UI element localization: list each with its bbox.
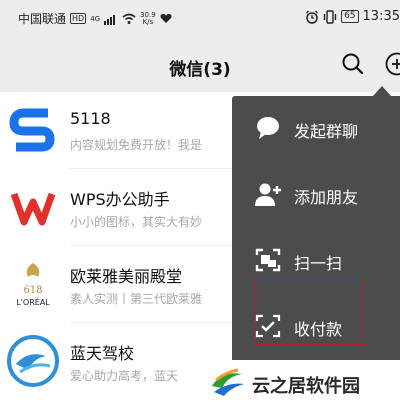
chat-name: 5118 [70,109,111,128]
menu-label: 添加朋友 [294,188,359,207]
signal-icon [104,14,116,25]
status-bar-right: 65 13:35 [305,9,400,24]
watermark-text: 云之居软件园 [252,376,360,397]
highlight-box [254,277,364,345]
watermark: 云之居软件园 [206,364,400,402]
add-circle-icon[interactable] [384,51,400,77]
loreal-logo-icon: 618 L'ORÉAL [4,255,62,313]
network-speed: 30.9 K/s [140,11,156,26]
menu-item-group-chat[interactable]: 发起群聊 [232,96,400,162]
app-header: 微信(3) [0,38,400,92]
add-friend-icon [255,183,281,206]
menu-item-add-friend[interactable]: 添加朋友 [232,162,400,228]
menu-label: 扫一扫 [294,254,343,273]
hd-badge: HD [70,13,87,24]
network-type-label: 4G [90,14,101,23]
menu-label: 发起群聊 [294,122,359,141]
svg-text:L'ORÉAL: L'ORÉAL [16,296,50,307]
watermark-logo-icon [212,368,244,396]
chat-preview: 小小的图标，其实大有妙 [70,215,203,229]
chat-preview: 内容规划免费开放！我是 [70,138,203,152]
scan-icon [255,248,281,272]
avatar [4,101,62,159]
chat-name: 欧莱雅美丽殿堂 [70,267,183,286]
5118-logo-icon [4,101,62,159]
search-icon[interactable] [340,51,366,77]
wps-logo-icon [4,178,62,236]
chat-bubble-icon [257,117,279,139]
avatar: 618 L'ORÉAL [4,255,62,313]
status-bar: 中国联通 HD 4G 30.9 K/s 65 13:35 [0,0,400,38]
chat-preview: 素人实测丨第三代欧莱雅 [70,292,203,306]
popup-arrow [373,86,391,96]
vibrate-icon [323,9,337,24]
carrier-label: 中国联通 [18,12,67,26]
wifi-icon [122,13,136,24]
chat-name: WPS办公助手 [70,190,170,209]
avatar [4,178,62,236]
status-bar-left: 中国联通 HD 4G 30.9 K/s [18,10,172,27]
chat-preview: 爱心助力高考，蓝天 [70,369,179,383]
battery-icon: 65 [341,10,359,23]
network-speed-unit: K/s [142,17,154,26]
alarm-icon [306,10,319,24]
heart-icon [160,13,172,23]
chat-name: 蓝天驾校 [70,344,135,363]
avatar [4,332,62,390]
clock: 13:35 [362,9,400,24]
lantian-logo-icon [4,332,62,390]
svg-text:618: 618 [23,285,42,296]
